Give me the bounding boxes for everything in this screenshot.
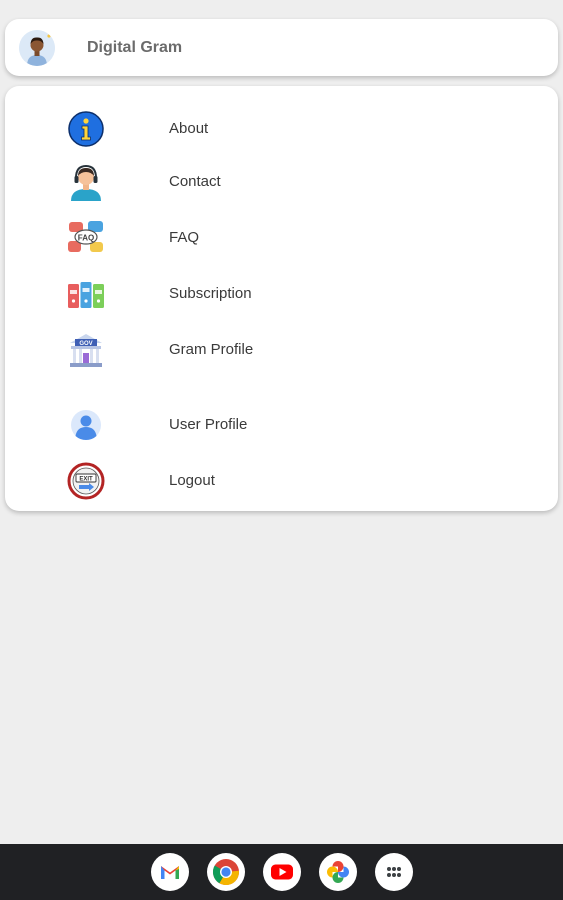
svg-text:EXIT: EXIT [79,477,93,483]
menu-item-label: Contact [169,173,221,190]
menu-item-label: Gram Profile [169,341,254,358]
svg-text:FAQ: FAQ [78,234,94,243]
app-launcher-icon[interactable] [375,853,413,891]
support-agent-icon [67,163,105,201]
menu-item-faq[interactable]: FAQ FAQ [5,214,558,262]
faq-chat-icon: FAQ [67,219,105,257]
menu-item-logout[interactable]: EXIT Logout [5,457,558,505]
user-profile-icon [67,406,105,444]
taskbar [0,844,563,900]
app-header: Digital Gram [5,19,558,76]
menu-item-label: Logout [169,472,215,489]
gmail-icon[interactable] [151,853,189,891]
menu-item-label: FAQ [169,229,200,246]
menu-item-label: Subscription [169,285,252,302]
menu-item-user-profile[interactable]: User Profile [5,401,558,449]
youtube-icon[interactable] [263,853,301,891]
menu-item-about[interactable]: About [5,105,558,153]
navigation-menu: About Contact FAQ FAQ Subscription GOV G… [5,86,558,511]
info-icon [67,110,105,148]
chrome-icon[interactable] [207,853,245,891]
app-title: Digital Gram [87,39,183,56]
user-avatar-icon[interactable] [19,30,55,66]
gov-building-icon: GOV [67,331,105,369]
exit-icon: EXIT [67,462,105,500]
menu-item-subscription[interactable]: Subscription [5,270,558,318]
menu-item-label: About [169,120,209,137]
menu-item-contact[interactable]: Contact [5,158,558,206]
app-screen: Digital Gram About Contact FAQ FAQ Subsc… [0,0,563,900]
menu-item-gram-profile[interactable]: GOV Gram Profile [5,326,558,374]
photos-icon[interactable] [319,853,357,891]
menu-item-label: User Profile [169,416,248,433]
binders-icon [67,275,105,313]
